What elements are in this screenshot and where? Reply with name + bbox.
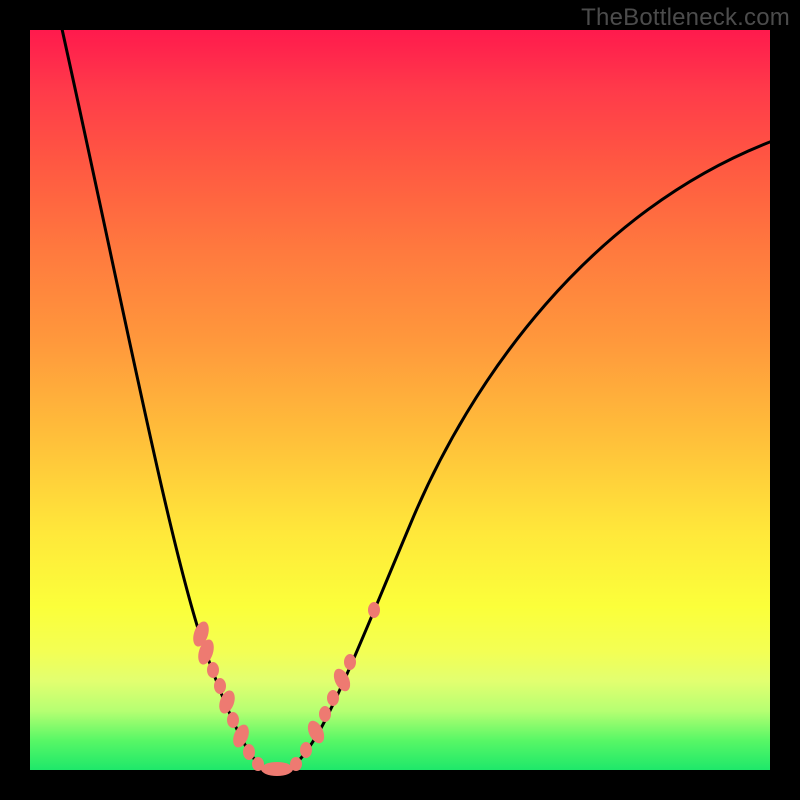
chart-frame: TheBottleneck.com [0, 0, 800, 800]
curve-left-branch [60, 20, 268, 770]
watermark-text: TheBottleneck.com [581, 4, 790, 32]
data-dot [207, 662, 219, 678]
data-dot [261, 762, 293, 776]
data-dot [344, 654, 356, 670]
data-dot [227, 712, 239, 728]
data-dot [327, 690, 339, 706]
data-dot [368, 602, 380, 618]
data-dot [214, 678, 226, 694]
data-dot [290, 757, 302, 771]
data-dot [300, 742, 312, 758]
curve-layer [30, 30, 770, 770]
data-dot [319, 706, 331, 722]
curves-group [60, 20, 775, 770]
curve-right-branch [286, 140, 775, 770]
data-dot [243, 744, 255, 760]
plot-area [30, 30, 770, 770]
dots-group [190, 602, 380, 776]
